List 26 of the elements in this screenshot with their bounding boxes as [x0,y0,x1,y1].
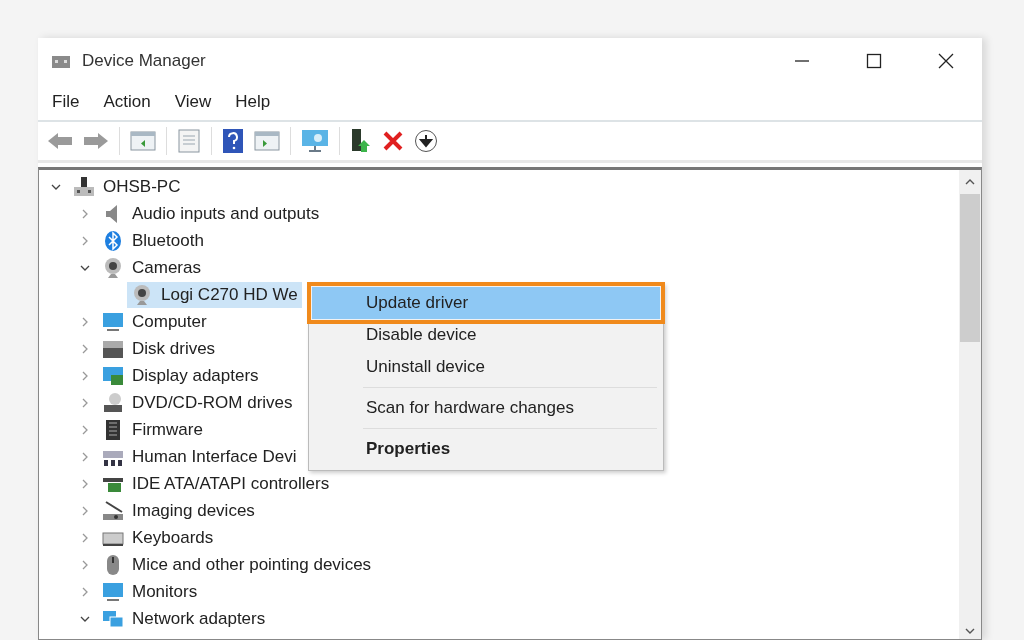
tree-item[interactable]: Cameras [98,254,205,281]
tree-item[interactable]: Audio inputs and outputs [98,200,324,227]
context-menu-item[interactable]: Scan for hardware changes [312,392,660,424]
menu-item[interactable]: Action [103,92,151,112]
menu-item[interactable]: View [174,92,212,112]
tree-item[interactable]: OHSB-PC [69,173,185,200]
tree-item[interactable]: Monitors [98,578,202,605]
tree-item[interactable]: Keyboards [98,524,218,551]
tree-item[interactable]: Logi C270 HD We [127,281,302,308]
tree-item[interactable]: Mice and other pointing devices [98,551,376,578]
menu-item[interactable]: Help [235,92,271,112]
tree-item[interactable]: Display adapters [98,362,263,389]
tree-item[interactable]: DVD/CD-ROM drives [98,389,297,416]
tree-item[interactable]: Imaging devices [98,497,259,524]
tree-item[interactable]: Firmware [98,416,207,443]
tree-item[interactable]: IDE ATA/ATAPI controllers [98,470,334,497]
tree-item[interactable]: Disk drives [98,335,220,362]
context-menu-item[interactable]: Properties [312,433,660,465]
tree-item[interactable]: Human Interface Devi [98,443,301,470]
context-menu-item[interactable]: Disable device [312,319,660,351]
tree-item[interactable]: Computer [98,308,211,335]
menu-item[interactable]: File [52,92,80,112]
tree-item[interactable]: Bluetooth [98,227,208,254]
window-title: Device Manager [82,51,206,71]
tree-item[interactable]: Network adapters [98,605,270,632]
context-menu-item[interactable]: Uninstall device [312,351,660,383]
